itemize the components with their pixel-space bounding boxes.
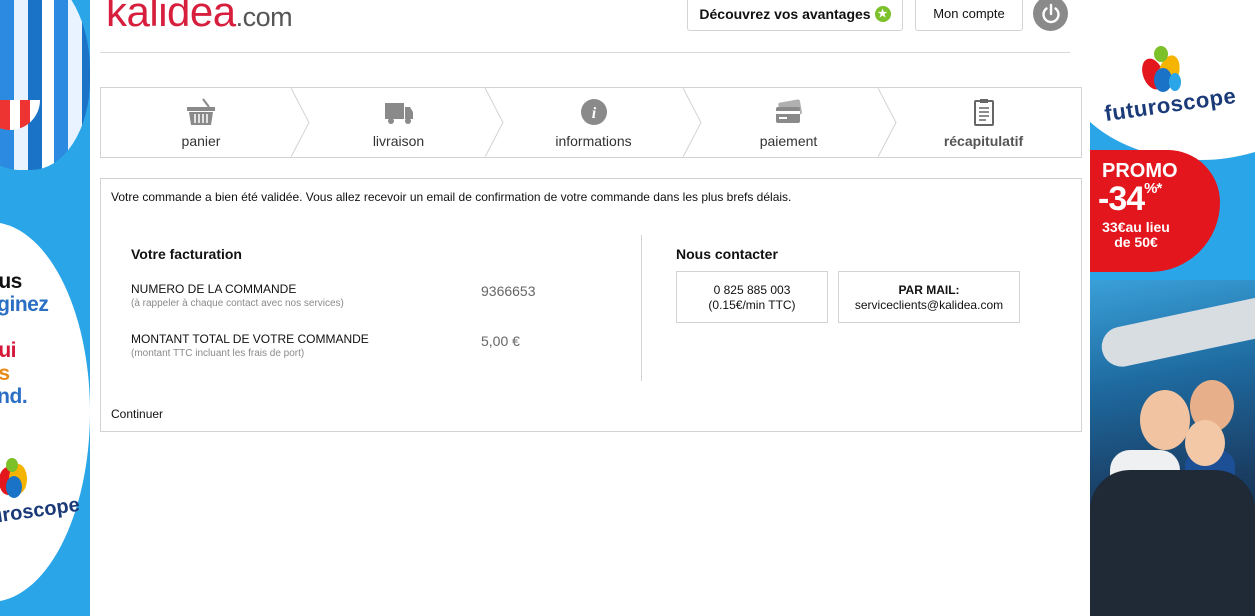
right-ad-banner[interactable]: futuroscope PROMO -34%* 33€au lieu de 50… bbox=[1090, 0, 1255, 616]
promo-badge: PROMO -34%* 33€au lieu de 50€ bbox=[1090, 150, 1220, 272]
kalidea-logo[interactable]: kalidea.com bbox=[106, 0, 293, 36]
account-button[interactable]: Mon compte bbox=[915, 0, 1023, 31]
phone-rate: (0.15€/min TTC) bbox=[708, 298, 796, 312]
ad-slogan: ous aginez s qui us end. bbox=[0, 270, 49, 408]
main-content: kalidea.com Découvrez vos avantages ★ Mo… bbox=[90, 0, 1090, 616]
order-total-value: 5,00 € bbox=[481, 333, 520, 349]
svg-text:i: i bbox=[591, 105, 596, 122]
ad-slogan-line: ous bbox=[0, 270, 22, 293]
ad-slogan-line: us bbox=[0, 362, 10, 385]
column-divider bbox=[641, 235, 642, 381]
order-number-label: NUMERO DE LA COMMANDE bbox=[131, 282, 297, 296]
ride-rider-face bbox=[1185, 420, 1225, 466]
ride-car bbox=[1090, 470, 1255, 616]
clipboard-icon bbox=[973, 99, 994, 126]
step-informations[interactable]: i informations bbox=[496, 88, 691, 157]
step-livraison[interactable]: livraison bbox=[301, 88, 496, 157]
step-label: récapitulatif bbox=[943, 133, 1024, 149]
step-label: paiement bbox=[759, 133, 818, 149]
info-icon: i bbox=[580, 99, 607, 125]
ride-track bbox=[1098, 289, 1255, 371]
ad-slogan-line: s bbox=[0, 316, 48, 339]
step-label: panier bbox=[181, 133, 221, 149]
site-header: kalidea.com Découvrez vos avantages ★ Mo… bbox=[100, 0, 1070, 53]
account-button-label: Mon compte bbox=[933, 6, 1005, 21]
promo-price: 33€au lieu de 50€ bbox=[1096, 220, 1176, 250]
promo-price-line: de 50€ bbox=[1114, 234, 1158, 250]
step-paiement[interactable]: paiement bbox=[691, 88, 886, 157]
promo-number: -34 bbox=[1098, 180, 1145, 218]
ad-slogan-line: end. bbox=[0, 385, 28, 408]
ad-slogan-line: aginez bbox=[0, 293, 49, 316]
phone-contact-box: 0 825 885 003 (0.15€/min TTC) bbox=[676, 271, 828, 323]
truck-icon bbox=[384, 103, 413, 124]
order-total-label: MONTANT TOTAL DE VOTRE COMMANDE bbox=[131, 332, 369, 346]
step-label: livraison bbox=[372, 133, 425, 149]
step-label: informations bbox=[555, 133, 632, 149]
phone-number: 0 825 885 003 bbox=[713, 283, 791, 297]
hot-air-balloon-image bbox=[0, 0, 90, 170]
billing-title: Votre facturation bbox=[131, 246, 242, 262]
continue-link[interactable]: Continuer bbox=[111, 407, 163, 421]
logo-main-text: kalidea bbox=[106, 0, 236, 35]
order-total-hint: (montant TTC incluant les frais de port) bbox=[131, 348, 305, 359]
promo-price-line: 33€au lieu bbox=[1102, 219, 1170, 235]
star-icon: ★ bbox=[874, 5, 891, 22]
order-number-value: 9366653 bbox=[481, 283, 536, 299]
ad-slogan-line: qui bbox=[0, 339, 17, 362]
basket-icon bbox=[187, 98, 215, 125]
ride-photo bbox=[1090, 280, 1255, 616]
contact-title: Nous contacter bbox=[676, 246, 778, 262]
mail-contact-box: PAR MAIL: serviceclients@kalidea.com bbox=[838, 271, 1020, 323]
confirmation-message: Votre commande a bien été validée. Vous … bbox=[111, 190, 792, 204]
step-panier[interactable]: panier bbox=[101, 88, 301, 157]
futuroscope-logo-icon bbox=[0, 458, 27, 498]
mail-label: PAR MAIL: bbox=[898, 283, 960, 297]
power-icon bbox=[1041, 3, 1060, 23]
order-number-hint: (à rappeler à chaque contact avec nos se… bbox=[131, 298, 344, 309]
promo-unit: %* bbox=[1144, 180, 1162, 197]
promo-value: -34%* bbox=[1098, 180, 1162, 219]
mail-address-link[interactable]: serviceclients@kalidea.com bbox=[855, 298, 1003, 312]
step-recapitulatif[interactable]: récapitulatif bbox=[886, 88, 1081, 157]
futuroscope-logo-icon bbox=[1142, 46, 1181, 92]
logo-suffix-text: .com bbox=[235, 2, 293, 32]
left-ad-banner[interactable]: ous aginez s qui us end. uroscope bbox=[0, 0, 90, 616]
order-confirmation-panel: Votre commande a bien été validée. Vous … bbox=[100, 178, 1082, 432]
ride-rider-face bbox=[1140, 390, 1190, 450]
checkout-steps: panier livraison i informations paiement… bbox=[100, 87, 1082, 158]
avantages-button[interactable]: Découvrez vos avantages ★ bbox=[687, 0, 903, 31]
credit-card-icon bbox=[775, 99, 802, 123]
avantages-button-label: Découvrez vos avantages bbox=[699, 5, 871, 22]
logout-button[interactable] bbox=[1033, 0, 1068, 31]
